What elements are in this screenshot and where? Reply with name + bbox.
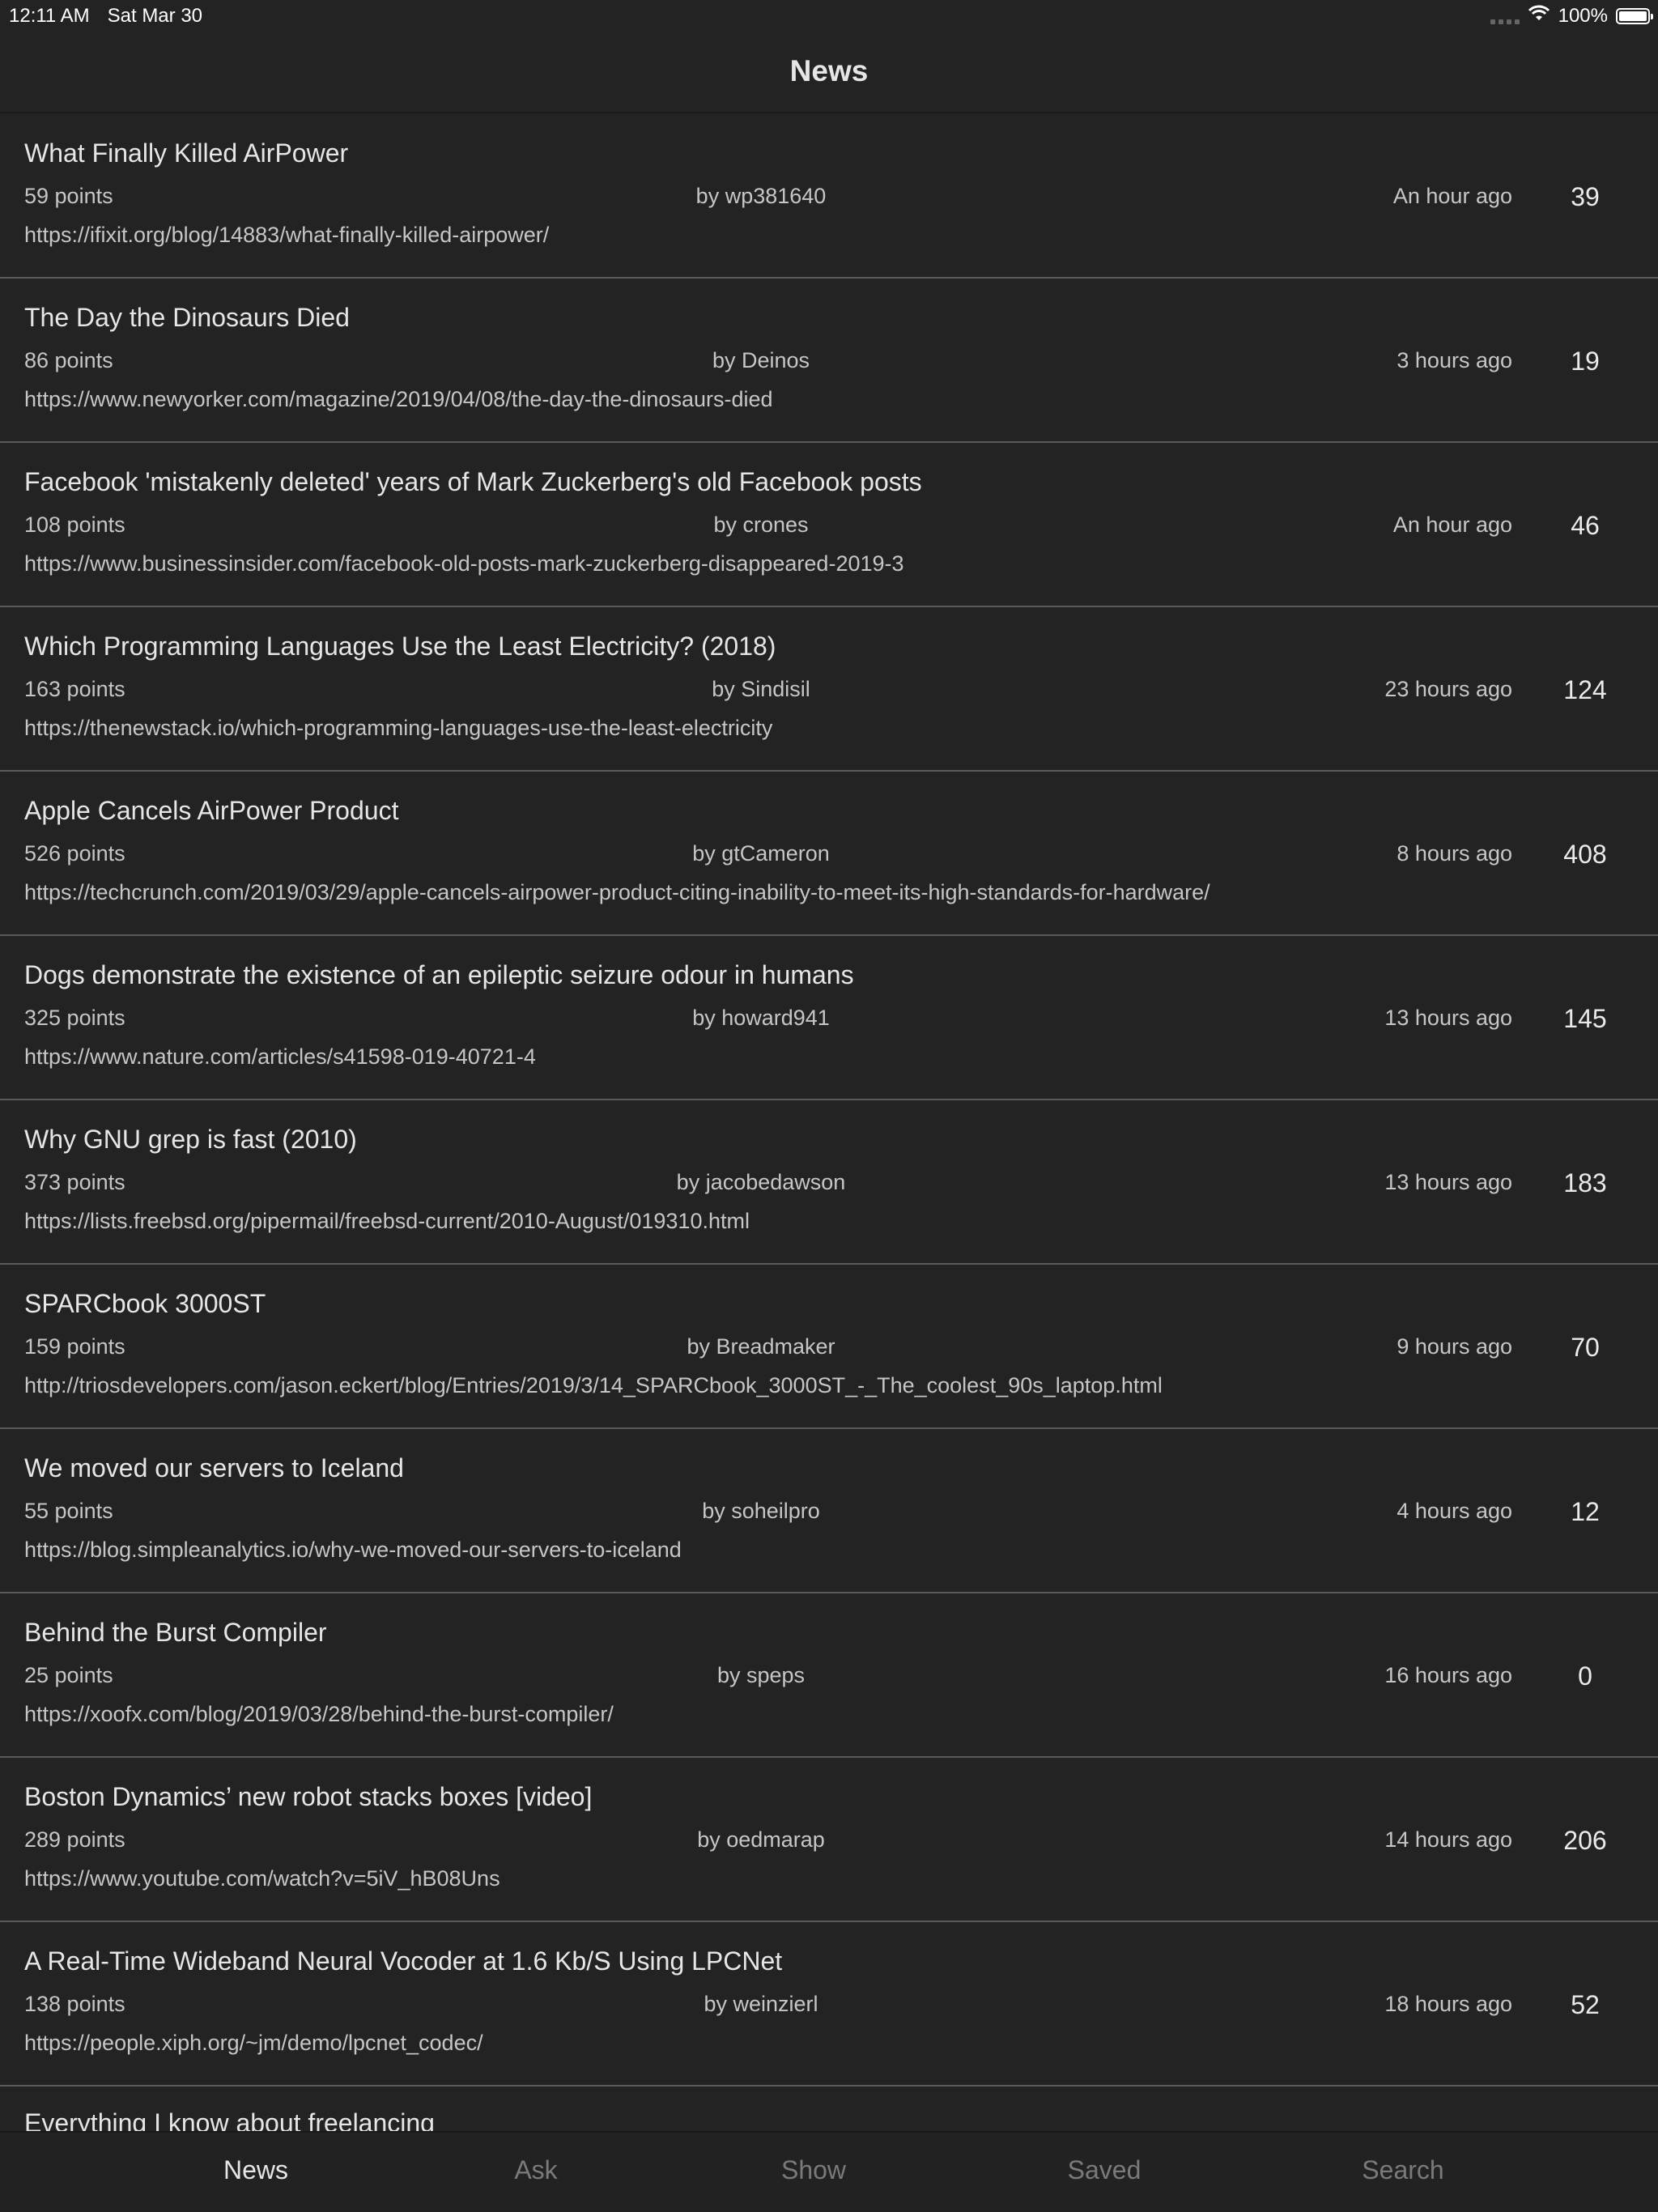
status-right: 100% [1490,4,1653,28]
story-url: https://people.xiph.org/~jm/demo/lpcnet_… [24,2031,483,2055]
story-row[interactable]: SPARCbook 3000ST 159 points by Breadmake… [0,1265,1658,1429]
story-row-partial[interactable]: Everything I know about freelancing [0,2087,1658,2131]
story-time: An hour ago [1392,513,1512,537]
story-author: by gtCameron [692,841,830,866]
story-author: by crones [713,513,809,537]
story-url: https://techcrunch.com/2019/03/29/apple-… [24,880,1210,904]
story-url: https://thenewstack.io/which-programming… [24,716,773,740]
story-row[interactable]: Why GNU grep is fast (2010) 373 points b… [0,1100,1658,1265]
story-author: by jacobedawson [676,1170,846,1194]
tab-news[interactable]: News [134,2155,377,2185]
story-title: What Finally Killed AirPower [24,138,349,168]
story-comment-count[interactable]: 0 [1537,1661,1634,1691]
story-title: Boston Dynamics’ new robot stacks boxes … [24,1782,593,1811]
story-comment-count[interactable]: 52 [1537,1990,1634,2020]
story-row[interactable]: What Finally Killed AirPower 59 points b… [0,114,1658,279]
story-list[interactable]: What Finally Killed AirPower 59 points b… [0,114,1658,2131]
story-author: by oedmarap [697,1827,825,1852]
story-title: A Real-Time Wideband Neural Vocoder at 1… [24,1946,783,1976]
story-title: Everything I know about freelancing [24,2108,435,2131]
story-comment-count[interactable]: 39 [1537,182,1634,212]
story-title: Which Programming Languages Use the Leas… [24,632,776,661]
tab-search[interactable]: Search [1282,2155,1524,2185]
story-author: by soheilpro [702,1499,820,1523]
page-title: News [789,54,869,87]
story-row[interactable]: Dogs demonstrate the existence of an epi… [0,936,1658,1100]
story-row[interactable]: We moved our servers to Iceland 55 point… [0,1429,1658,1593]
story-title: Behind the Burst Compiler [24,1618,327,1647]
story-title: SPARCbook 3000ST [24,1289,266,1318]
status-date: Sat Mar 30 [107,5,203,27]
story-author: by wp381640 [695,184,827,208]
story-author: by Breadmaker [687,1334,835,1359]
story-title: Dogs demonstrate the existence of an epi… [24,960,854,989]
tab-show[interactable]: Show [692,2155,935,2185]
story-url: https://www.newyorker.com/magazine/2019/… [24,387,773,411]
status-bar: 12:11 AM Sat Mar 30 100% [0,0,1658,32]
story-url: https://lists.freebsd.org/pipermail/free… [24,1209,750,1233]
story-row[interactable]: Behind the Burst Compiler 25 points by s… [0,1593,1658,1758]
story-time: 16 hours ago [1384,1663,1512,1687]
story-url: https://www.youtube.com/watch?v=5iV_hB08… [24,1866,500,1891]
story-title: We moved our servers to Iceland [24,1453,404,1482]
story-time: 18 hours ago [1384,1992,1512,2016]
wifi-icon [1528,4,1550,28]
story-comment-count[interactable]: 70 [1537,1333,1634,1363]
story-row[interactable]: Apple Cancels AirPower Product 526 point… [0,772,1658,936]
tab-ask[interactable]: Ask [414,2155,657,2185]
story-time: 14 hours ago [1384,1827,1512,1852]
story-row[interactable]: Which Programming Languages Use the Leas… [0,607,1658,772]
story-comment-count[interactable]: 145 [1537,1004,1634,1034]
story-time: 8 hours ago [1397,841,1512,866]
story-time: 13 hours ago [1384,1006,1512,1030]
tab-saved[interactable]: Saved [983,2155,1226,2185]
story-title: Why GNU grep is fast (2010) [24,1125,357,1154]
story-row[interactable]: A Real-Time Wideband Neural Vocoder at 1… [0,1922,1658,2087]
story-url: https://www.businessinsider.com/facebook… [24,551,904,576]
story-author: by howard941 [692,1006,830,1030]
story-comment-count[interactable]: 19 [1537,347,1634,376]
battery-percent: 100% [1558,4,1608,27]
story-row[interactable]: Boston Dynamics’ new robot stacks boxes … [0,1758,1658,1922]
story-time: 3 hours ago [1397,348,1512,372]
status-left: 12:11 AM Sat Mar 30 [9,5,202,28]
story-comment-count[interactable]: 124 [1537,675,1634,705]
story-author: by Deinos [712,348,810,372]
battery-icon [1616,7,1653,24]
story-url: https://blog.simpleanalytics.io/why-we-m… [24,1538,682,1562]
story-url: https://www.nature.com/articles/s41598-0… [24,1044,536,1069]
story-title: Apple Cancels AirPower Product [24,796,399,825]
story-time: 9 hours ago [1397,1334,1512,1359]
story-comment-count[interactable]: 12 [1537,1497,1634,1527]
story-time: An hour ago [1392,184,1512,208]
story-url: http://triosdevelopers.com/jason.eckert/… [24,1373,1163,1397]
story-url: https://xoofx.com/blog/2019/03/28/behind… [24,1702,614,1726]
story-url: https://ifixit.org/blog/14883/what-final… [24,223,550,247]
status-time: 12:11 AM [9,5,90,27]
tab-bar: News Ask Show Saved Search [0,2131,1658,2212]
story-title: Facebook 'mistakenly deleted' years of M… [24,467,922,496]
story-comment-count[interactable]: 206 [1537,1826,1634,1856]
story-comment-count[interactable]: 183 [1537,1168,1634,1198]
story-row[interactable]: Facebook 'mistakenly deleted' years of M… [0,443,1658,607]
signal-dots-icon [1490,8,1520,24]
story-author: by speps [716,1663,806,1687]
story-row[interactable]: The Day the Dinosaurs Died 86 points by … [0,279,1658,443]
story-comment-count[interactable]: 408 [1537,840,1634,870]
story-title: The Day the Dinosaurs Died [24,303,350,332]
story-time: 4 hours ago [1397,1499,1512,1523]
story-comment-count[interactable]: 46 [1537,511,1634,541]
story-time: 13 hours ago [1384,1170,1512,1194]
story-author: by weinzierl [704,1992,818,2016]
story-time: 23 hours ago [1384,677,1512,701]
navigation-bar: News [0,32,1658,113]
story-author: by Sindisil [712,677,810,701]
